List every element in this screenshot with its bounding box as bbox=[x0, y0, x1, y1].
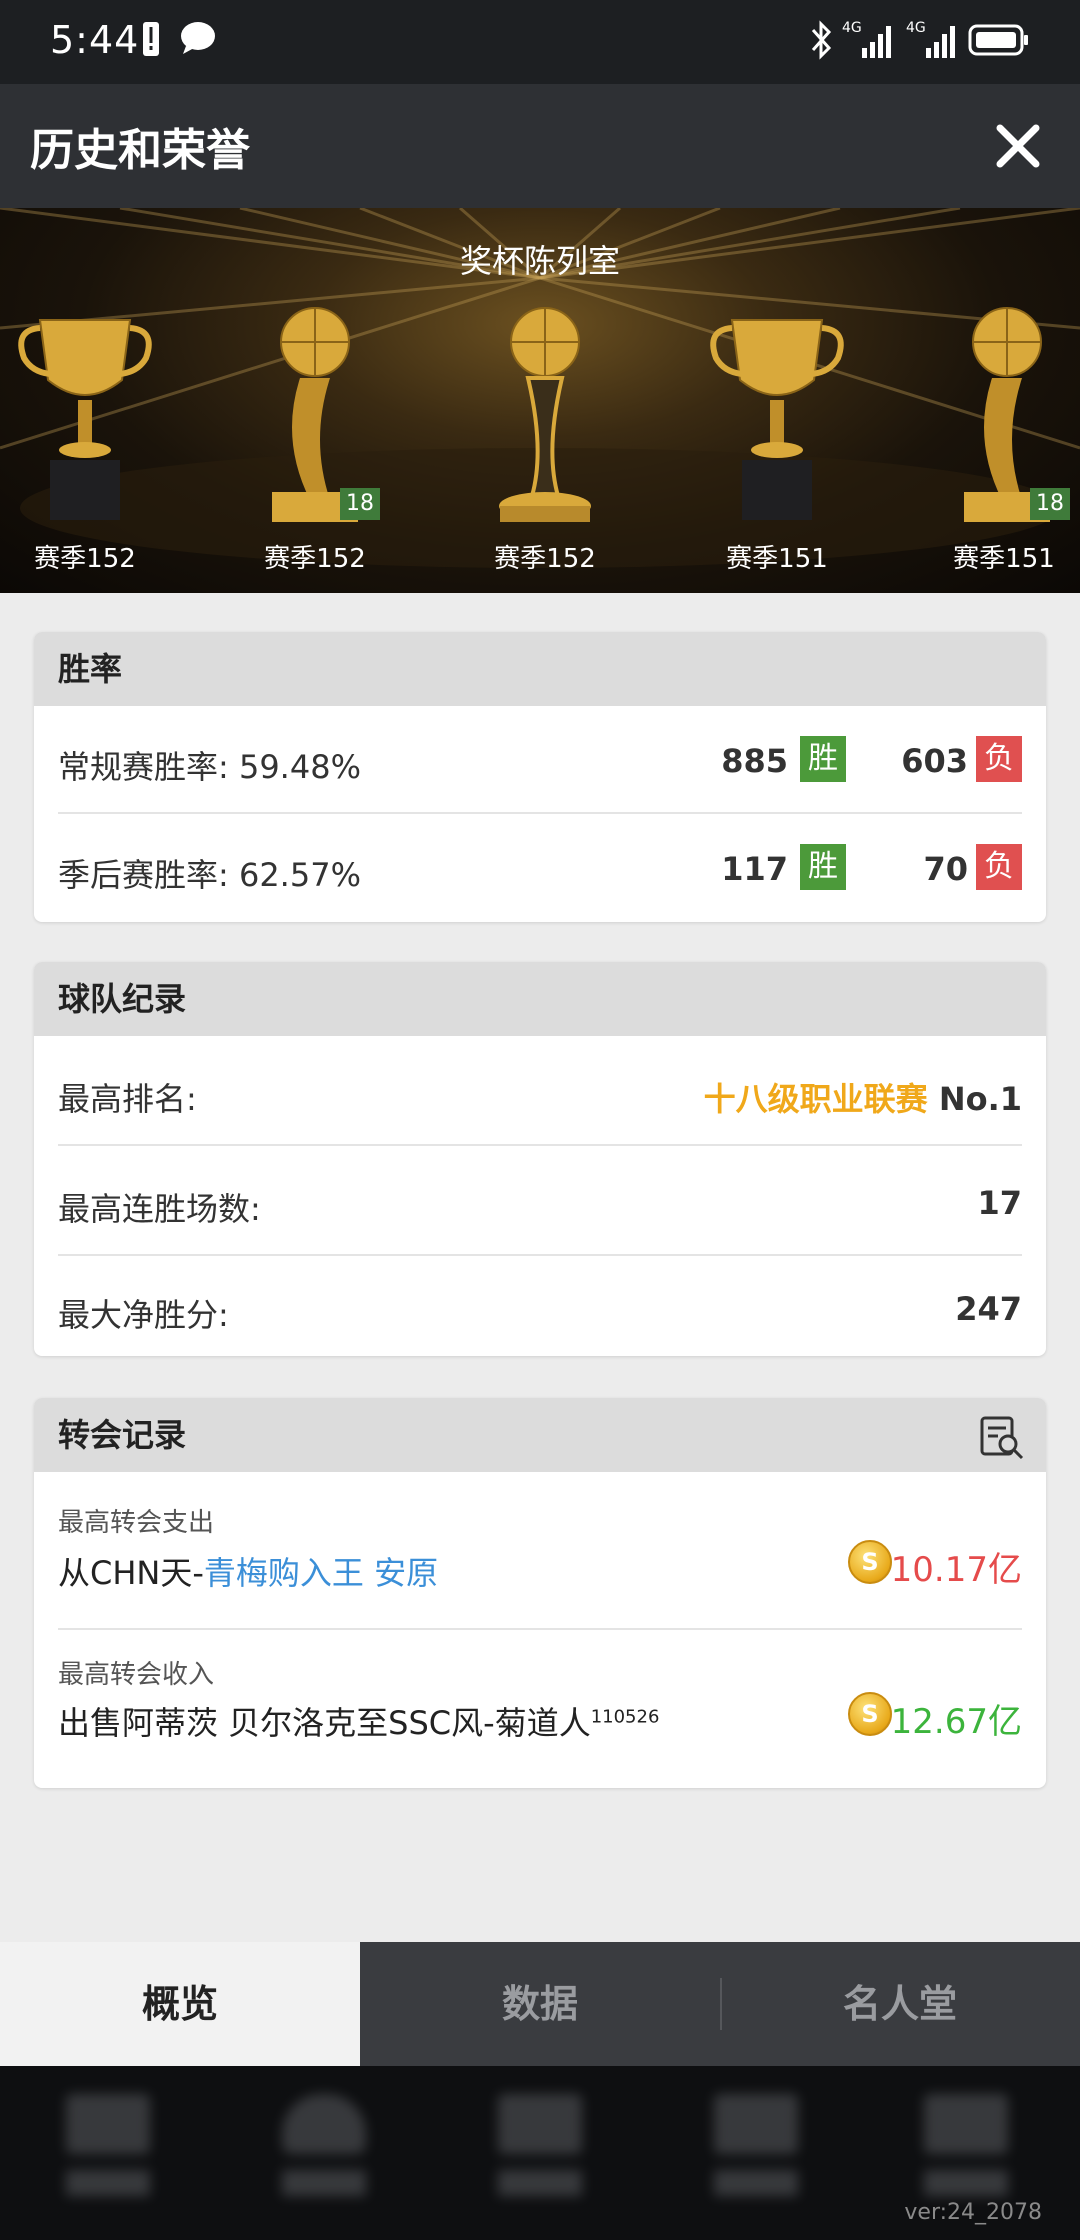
transfer-expense-prefix: 从CHN天- bbox=[58, 1554, 204, 1592]
win-tag: 胜 bbox=[800, 736, 846, 782]
trophy-label: 赛季152 bbox=[34, 544, 136, 574]
loss-tag: 负 bbox=[976, 844, 1022, 890]
transfer-record-card: 转会记录 最高转会支出 从CHN天-青梅购入王 安原 S 10.17亿 最高转会… bbox=[34, 1398, 1046, 1788]
status-bar: 5:44 4G 4G bbox=[0, 0, 1080, 84]
playoff-wins: 117 bbox=[721, 850, 788, 888]
signal-icon-2: 4G bbox=[906, 20, 966, 60]
win-streak-value: 17 bbox=[977, 1184, 1022, 1222]
playoff-row: 季后赛胜率: 62.57% 117 胜 70 负 bbox=[58, 814, 1022, 922]
transfer-expense-label: 最高转会支出 bbox=[58, 1508, 215, 1538]
transfer-expense-row[interactable]: 最高转会支出 从CHN天-青梅购入王 安原 S 10.17亿 bbox=[58, 1472, 1022, 1630]
transfer-expense-desc: 从CHN天-青梅购入王 安原 bbox=[58, 1548, 438, 1594]
coin-icon: S bbox=[848, 1692, 892, 1736]
status-time: 5:44 bbox=[50, 18, 140, 62]
player-id-sup: 110526 bbox=[590, 1706, 660, 1728]
playoff-losses: 70 bbox=[923, 850, 968, 888]
regular-season-label: 常规赛胜率: 59.48% bbox=[58, 748, 361, 786]
search-record-icon[interactable] bbox=[978, 1414, 1026, 1460]
bottom-tab-bar: 概览 数据 名人堂 bbox=[0, 1942, 1080, 2066]
trophy-cup[interactable] bbox=[702, 300, 852, 540]
trophy-label: 赛季152 bbox=[264, 544, 366, 574]
tab-overview[interactable]: 概览 bbox=[0, 1942, 360, 2066]
net-points-value: 247 bbox=[955, 1290, 1022, 1328]
win-rate-title: 胜率 bbox=[34, 632, 1046, 706]
win-tag: 胜 bbox=[800, 844, 846, 890]
nav-ghost-icon bbox=[714, 2094, 798, 2214]
regular-wins: 885 bbox=[721, 742, 788, 780]
net-points-row: 最大净胜分: 247 bbox=[58, 1256, 1022, 1356]
nav-ghost-icon bbox=[282, 2094, 366, 2214]
playoff-label: 季后赛胜率: 62.57% bbox=[58, 856, 361, 894]
transfer-income-desc: 出售阿蒂茨 贝尔洛克至SSC风-菊道人110526 bbox=[58, 1698, 659, 1744]
trophy-ball-tall[interactable] bbox=[470, 300, 620, 540]
highest-rank-row: 最高排名: 十八级职业联赛 No.1 bbox=[58, 1036, 1022, 1146]
transfer-record-title: 转会记录 bbox=[34, 1398, 1046, 1472]
transfer-income-label: 最高转会收入 bbox=[58, 1660, 215, 1690]
nav-ghost-icon bbox=[66, 2094, 150, 2214]
signal-icon: 4G bbox=[842, 20, 902, 60]
transfer-record-title-text: 转会记录 bbox=[58, 1416, 187, 1454]
highest-rank-label: 最高排名: bbox=[58, 1080, 197, 1118]
team-record-card: 球队纪录 最高排名: 十八级职业联赛 No.1 最高连胜场数: 17 最大净胜分… bbox=[34, 962, 1046, 1356]
trophy-room-title: 奖杯陈列室 bbox=[459, 242, 620, 280]
close-icon[interactable] bbox=[990, 118, 1046, 174]
message-icon bbox=[181, 22, 215, 54]
tab-hall-of-fame[interactable]: 名人堂 bbox=[720, 1942, 1080, 2066]
coin-icon: S bbox=[848, 1540, 892, 1584]
page-title: 历史和荣誉 bbox=[30, 125, 250, 176]
team-record-title: 球队纪录 bbox=[34, 962, 1046, 1036]
net-points-label: 最大净胜分: bbox=[58, 1296, 229, 1334]
trophy-label: 赛季151 bbox=[953, 544, 1055, 574]
alert-icon bbox=[143, 22, 159, 56]
tab-data[interactable]: 数据 bbox=[360, 1942, 720, 2066]
battery-icon bbox=[968, 24, 1028, 56]
highest-rank-value: 十八级职业联赛 No.1 bbox=[704, 1074, 1022, 1120]
transfer-income-row[interactable]: 最高转会收入 出售阿蒂茨 贝尔洛克至SSC风-菊道人110526 S 12.67… bbox=[58, 1630, 1022, 1786]
league-name: 十八级职业联赛 bbox=[703, 1080, 928, 1118]
transfer-expense-amount: 10.17亿 bbox=[890, 1550, 1022, 1590]
trophy-label: 赛季152 bbox=[494, 544, 596, 574]
page-header: 历史和荣誉 bbox=[0, 84, 1080, 208]
trophy-badge: 18 bbox=[340, 488, 380, 520]
trophy-badge: 18 bbox=[1030, 488, 1070, 520]
win-streak-row: 最高连胜场数: 17 bbox=[58, 1146, 1022, 1256]
trophy-cup[interactable] bbox=[10, 300, 160, 540]
nav-ghost-icon bbox=[498, 2094, 582, 2214]
player-link[interactable]: 青梅购入王 安原 bbox=[204, 1554, 438, 1592]
trophy-label: 赛季151 bbox=[726, 544, 828, 574]
bluetooth-icon bbox=[811, 20, 832, 60]
regular-losses: 603 bbox=[901, 742, 968, 780]
version-label: ver:24_2078 bbox=[904, 2200, 1042, 2225]
transfer-income-amount: 12.67亿 bbox=[890, 1702, 1022, 1742]
rank-number: No.1 bbox=[938, 1080, 1022, 1118]
regular-season-row: 常规赛胜率: 59.48% 885 胜 603 负 bbox=[58, 706, 1022, 814]
transfer-income-prefix: 出售阿蒂茨 贝尔洛克至SSC风-菊道人 bbox=[58, 1704, 591, 1742]
trophy-room-banner: 奖杯陈列室 赛季152 18 赛季152 赛季152 赛季151 18 赛季15… bbox=[0, 208, 1080, 593]
nav-ghost-icon bbox=[924, 2094, 1008, 2214]
win-rate-card: 胜率 常规赛胜率: 59.48% 885 胜 603 负 季后赛胜率: 62.5… bbox=[34, 632, 1046, 922]
win-streak-label: 最高连胜场数: bbox=[58, 1190, 261, 1228]
loss-tag: 负 bbox=[976, 736, 1022, 782]
